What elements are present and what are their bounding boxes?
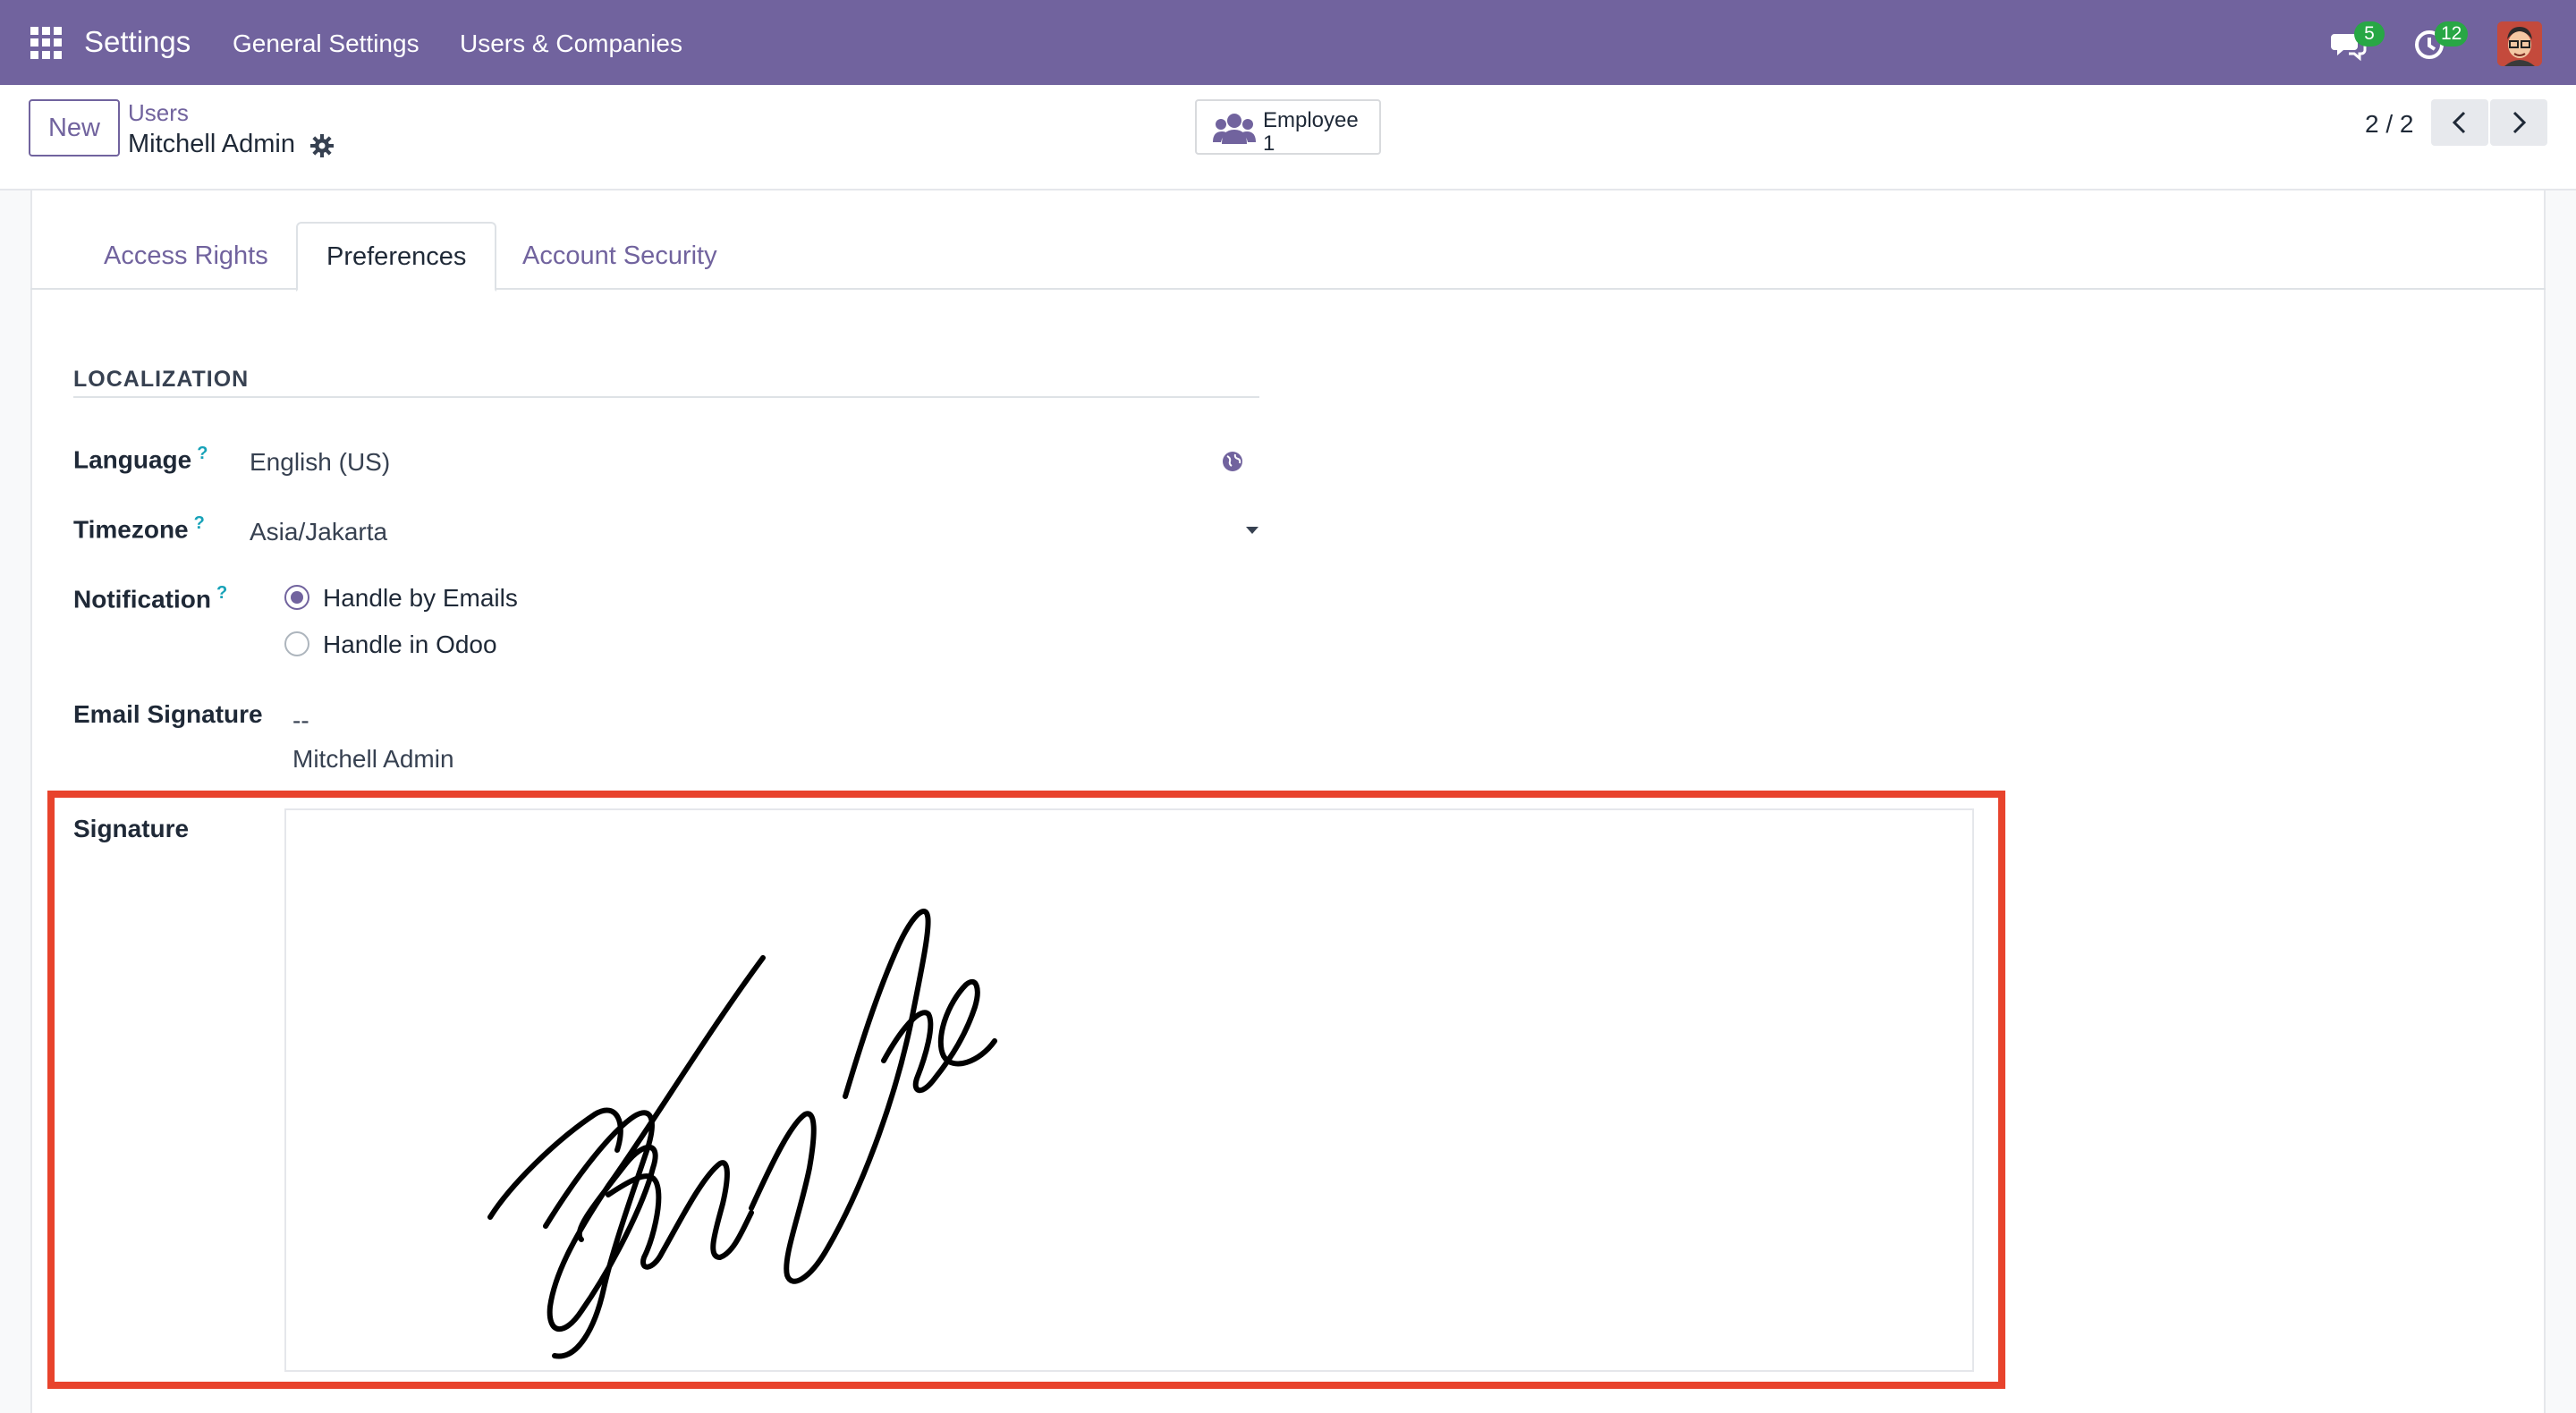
users-icon	[1213, 114, 1256, 144]
apps-menu-icon[interactable]	[30, 27, 63, 59]
radio-handle-in-odoo[interactable]	[284, 631, 309, 656]
messages-badge: 5	[2354, 21, 2385, 47]
menu-general-settings[interactable]: General Settings	[233, 30, 419, 58]
chevron-left-icon	[2452, 111, 2466, 134]
top-navbar: Settings General Settings Users & Compan…	[0, 0, 2576, 85]
pager-value[interactable]: 2 / 2	[2365, 110, 2413, 139]
radio-label-handle-by-emails[interactable]: Handle by Emails	[323, 584, 518, 613]
section-title-localization: LOCALIZATION	[73, 367, 250, 392]
pager-next-button[interactable]	[2490, 99, 2547, 146]
breadcrumb-current: Mitchell Admin	[128, 130, 295, 158]
signature-label: Signature	[73, 815, 190, 842]
email-signature-line-2[interactable]: Mitchell Admin	[292, 745, 454, 774]
timezone-select[interactable]: Asia/Jakarta	[250, 518, 387, 546]
email-signature-line-1[interactable]: --	[292, 706, 309, 735]
language-field[interactable]: English (US)	[250, 448, 390, 477]
new-button[interactable]: New	[29, 99, 120, 157]
timezone-help-icon[interactable]: ?	[194, 513, 205, 533]
user-avatar-image	[2497, 21, 2542, 66]
tab-access-rights[interactable]: Access Rights	[75, 222, 297, 290]
radio-handle-by-emails[interactable]	[284, 585, 309, 610]
tab-account-security[interactable]: Account Security	[494, 222, 746, 290]
timezone-label: Timezone?	[73, 513, 205, 544]
notebook-tabs: Access Rights Preferences Account Securi…	[30, 222, 2546, 292]
notification-help-icon[interactable]: ?	[216, 583, 227, 603]
chevron-right-icon	[2512, 111, 2527, 134]
email-signature-label: Email Signature	[73, 700, 263, 728]
control-panel: New Users Mitchell Admin Employee 1 2 / …	[0, 85, 2576, 190]
app-name[interactable]: Settings	[84, 25, 191, 59]
gear-icon[interactable]	[309, 133, 335, 158]
language-label: Language?	[73, 444, 208, 474]
employee-smart-button[interactable]: Employee 1	[1195, 99, 1381, 156]
globe-icon[interactable]	[1221, 450, 1244, 473]
pager-previous-button[interactable]	[2431, 99, 2488, 146]
radio-label-handle-in-odoo[interactable]: Handle in Odoo	[323, 630, 497, 659]
signature-field[interactable]	[284, 808, 1974, 1372]
activities-badge: 12	[2435, 21, 2469, 47]
caret-down-icon[interactable]	[1245, 526, 1259, 535]
smart-button-value: 1	[1263, 131, 1275, 156]
handwritten-signature-image	[487, 909, 997, 1359]
menu-users-companies[interactable]: Users & Companies	[460, 30, 682, 58]
tab-preferences[interactable]: Preferences	[296, 222, 497, 292]
breadcrumb-users-link[interactable]: Users	[128, 99, 189, 127]
smart-button-label: Employee	[1263, 108, 1359, 132]
language-help-icon[interactable]: ?	[197, 444, 208, 463]
section-divider	[73, 396, 1259, 398]
notification-label: Notification?	[73, 583, 228, 613]
user-avatar[interactable]	[2497, 21, 2542, 66]
